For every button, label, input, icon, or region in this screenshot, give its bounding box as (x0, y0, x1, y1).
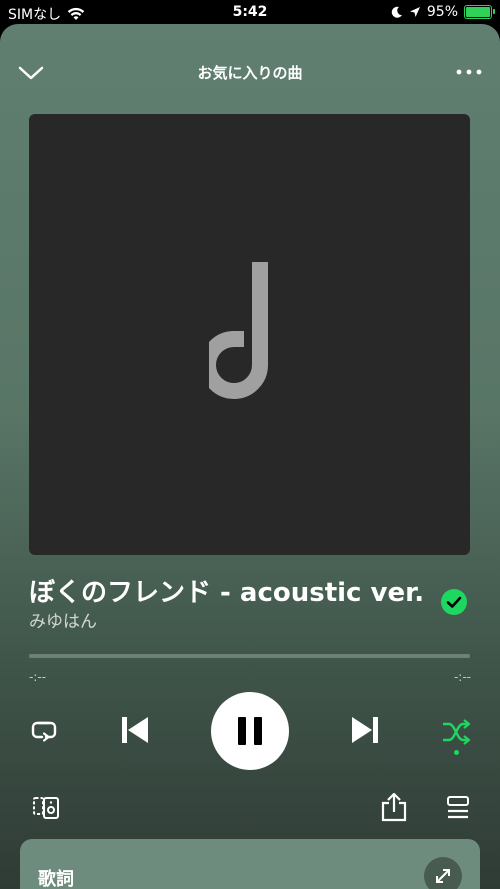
elapsed-time: -:-- (29, 670, 47, 684)
check-circle-icon[interactable] (440, 588, 468, 616)
skip-next-icon[interactable] (348, 713, 382, 747)
now-playing-sheet: お気に入りの曲 ぼくのフレンド - acoustic ver. みゆはん -:-… (0, 24, 500, 889)
pause-icon (238, 717, 262, 745)
remaining-time: -:-- (453, 670, 471, 684)
battery-icon (464, 5, 495, 19)
pause-button[interactable] (211, 692, 289, 770)
music-note-icon (209, 262, 268, 399)
shuffle-icon (443, 719, 471, 745)
track-title[interactable]: ぼくのフレンド - acoustic ver. (29, 572, 424, 609)
status-bar: SIMなし 5:42 95% (0, 0, 500, 26)
more-icon[interactable] (454, 64, 484, 80)
battery-percent: 95% (426, 4, 458, 20)
shuffle-button[interactable] (440, 716, 472, 755)
shuffle-active-dot (454, 750, 459, 755)
repeat-icon[interactable] (30, 716, 58, 744)
location-icon (409, 7, 420, 17)
skip-previous-icon[interactable] (118, 713, 152, 747)
lyrics-card[interactable]: 歌詞 (20, 839, 480, 889)
album-art (29, 114, 470, 555)
connect-device-icon[interactable] (32, 794, 60, 822)
lyrics-expand-button[interactable] (424, 857, 462, 889)
lyrics-title: 歌詞 (38, 869, 74, 889)
share-icon[interactable] (380, 792, 408, 822)
playlist-title[interactable]: お気に入りの曲 (0, 62, 500, 83)
status-right: 95% (391, 4, 495, 20)
expand-icon (436, 869, 450, 883)
track-artist[interactable]: みゆはん (29, 607, 97, 632)
progress-bar[interactable] (29, 654, 470, 658)
now-playing-header: お気に入りの曲 (0, 24, 500, 124)
queue-icon[interactable] (444, 794, 472, 822)
moon-icon (391, 6, 402, 18)
